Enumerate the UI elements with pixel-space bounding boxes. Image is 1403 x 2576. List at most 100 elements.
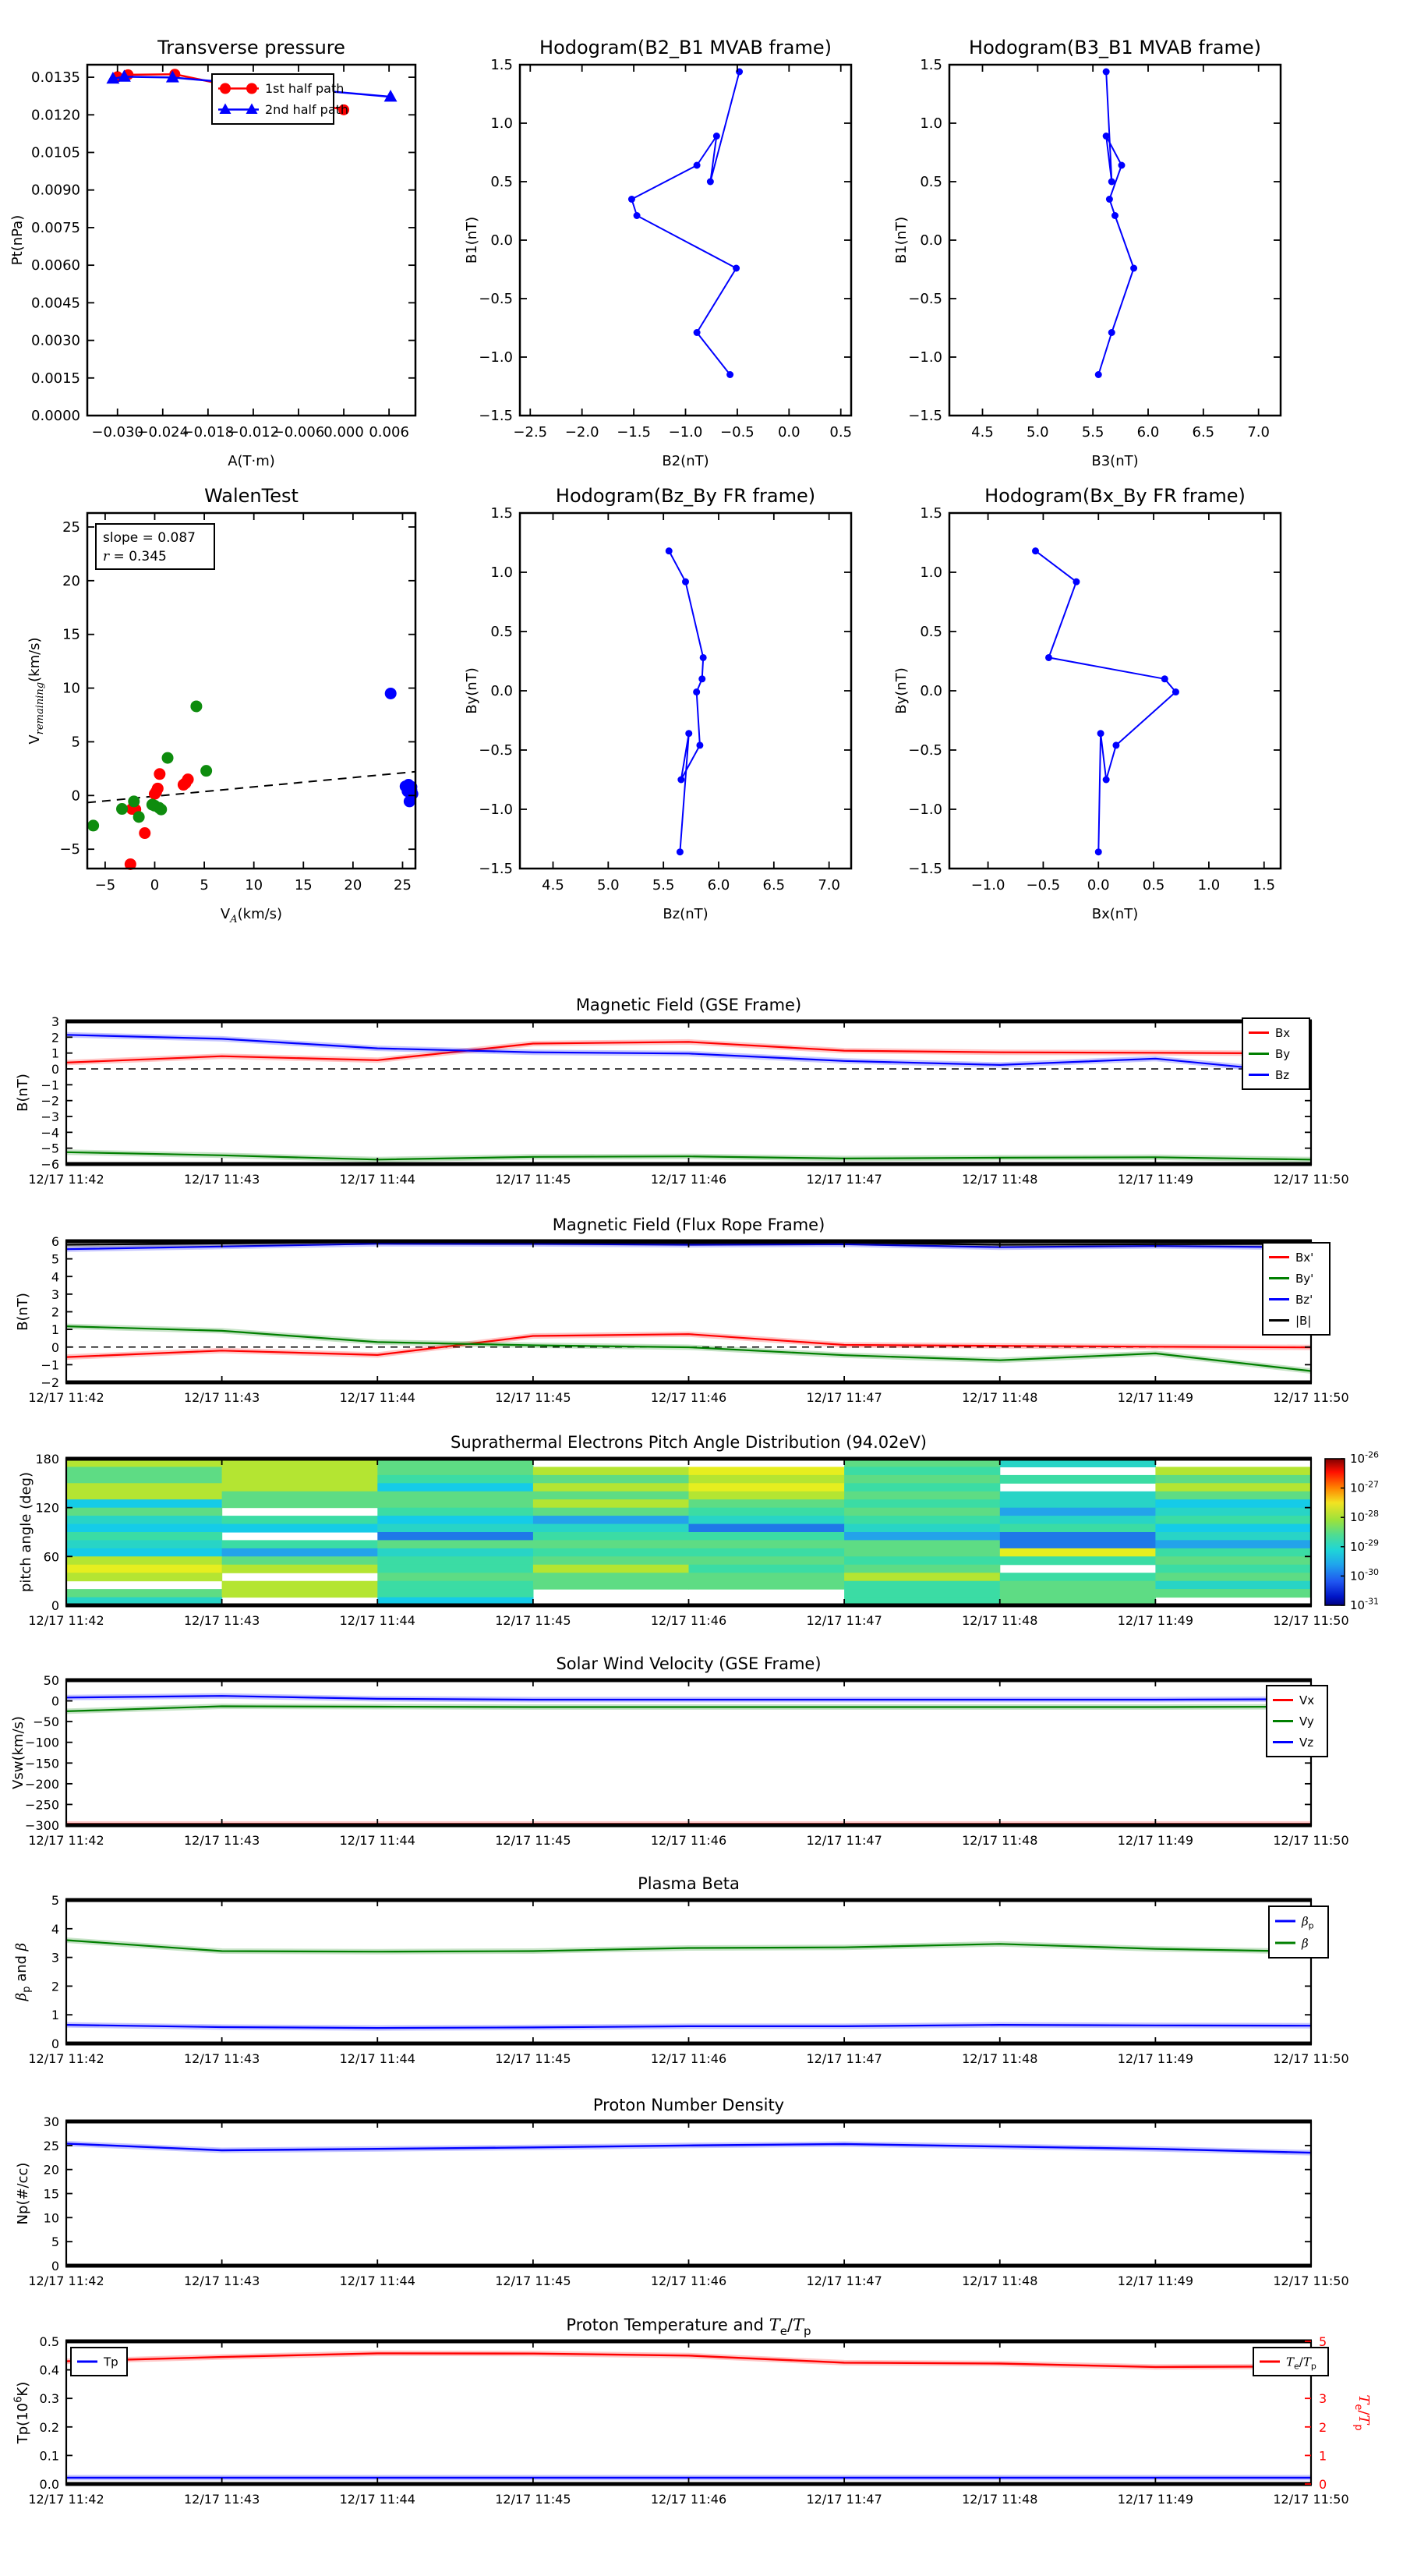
heatmap-cell: [377, 1580, 534, 1590]
panel-beta: 12/17 11:42 12/17 11:43 12/17 11:44 12/17 1…: [13, 1874, 1349, 2066]
x-tick-label: 12/17 11:43: [184, 1833, 260, 1848]
y-tick-label: 25: [44, 2139, 59, 2153]
legend-label: 2nd half path: [265, 102, 348, 117]
panel-tp: 12/17 11:42 12/17 11:43 12/17 11:44 12/17 1…: [12, 2316, 1372, 2507]
heatmap-cell: [377, 1516, 534, 1525]
heatmap-cell: [999, 1540, 1156, 1549]
x-tick-label: 12/17 11:46: [651, 1833, 726, 1848]
heatmap-cell: [1155, 1556, 1312, 1566]
y-tick-label: 0.5: [920, 174, 942, 190]
x-tick-label: −1.0: [669, 424, 703, 441]
axis-spines: [65, 1898, 1313, 2046]
panel-title: Proton Number Density: [593, 2096, 784, 2114]
axis-spines: [518, 63, 853, 417]
y-tick-label: 120: [35, 1501, 59, 1516]
heatmap-cell: [999, 1507, 1156, 1516]
y-tick-label: 3: [51, 1287, 59, 1302]
marker-circle: [677, 776, 685, 784]
x-tick-label: 0.000: [323, 424, 364, 441]
y-tick-label: 0.1: [40, 2448, 59, 2463]
heatmap-cell: [66, 1548, 223, 1557]
heatmap-cell: [688, 1499, 845, 1509]
y-tick-label: 15: [44, 2187, 59, 2202]
x-tick-label: 12/17 11:45: [495, 1172, 571, 1187]
heatmap-cell: [377, 1564, 534, 1573]
heatmap-cell: [66, 1467, 223, 1476]
x-tick-label: 4.5: [971, 424, 994, 441]
panel-hodogram_bzby: 4.5 5.0 5.5 6.0 6.5 7.0 −1.5 −1.0 −0.5 0.0 0.5 1.0 1…: [464, 485, 853, 922]
series-markers-B3_B1: [1094, 68, 1138, 378]
marker-circle: [682, 578, 689, 586]
x-tick-label: 12/17 11:48: [962, 1390, 1037, 1405]
marker-circle: [246, 83, 257, 94]
heatmap-cell: [221, 1564, 378, 1573]
y-tick-label: 1.5: [920, 57, 942, 73]
heatmap-cell: [66, 1532, 223, 1541]
heatmap-cell: [221, 1474, 378, 1484]
panel-transverse_pressure: −0.030−0.024−0.018−0.012−0.0060.000 0.006…: [9, 37, 417, 469]
marker-circle: [133, 811, 145, 823]
y-tick-label: 0.0000: [31, 408, 80, 424]
y-tick-label: −250: [25, 1797, 59, 1812]
heatmap-cell: [377, 1499, 534, 1509]
y-tick-label: 0.0090: [31, 182, 80, 199]
heatmap-cell: [1155, 1491, 1312, 1500]
x-tick-label: 12/17 11:43: [184, 2051, 260, 2066]
marker-circle: [182, 773, 194, 786]
y-tick-label: −5: [59, 841, 80, 858]
x-tick-label: −0.024: [136, 424, 189, 441]
plot-area: [66, 1459, 1312, 1606]
heatmap-cell: [688, 1491, 845, 1500]
x-tick-label: 12/17 11:42: [28, 2492, 104, 2507]
marker-circle: [1102, 68, 1110, 76]
heatmap-cell: [1155, 1580, 1312, 1590]
y-tick-label: 1.0: [920, 115, 942, 132]
x-tick-label: 12/17 11:49: [1118, 1613, 1193, 1628]
heatmap-cell: [532, 1499, 690, 1509]
x-tick-label: −2.0: [565, 424, 599, 441]
marker-circle: [406, 787, 419, 800]
heatmap-cell: [1155, 1507, 1312, 1516]
panel-title: Hodogram(Bz_By FR frame): [556, 485, 815, 507]
heatmap-cell: [844, 1548, 1001, 1557]
y-tick-label: 2: [51, 1305, 59, 1320]
heatmap-cell: [844, 1580, 1001, 1590]
y-tick-label: −2: [41, 1375, 59, 1390]
legend-label: Vz: [1299, 1736, 1313, 1750]
x-tick-label: 12/17 11:47: [806, 1833, 882, 1848]
heatmap-cell: [377, 1523, 534, 1533]
heatmap-cell: [999, 1532, 1156, 1541]
y-tick-label: 0: [51, 1598, 59, 1613]
heatmap-cell: [532, 1467, 690, 1476]
panel-title: Magnetic Field (Flux Rope Frame): [553, 1215, 825, 1234]
heatmap-cell: [66, 1556, 223, 1566]
x-axis-label: Bz(nT): [663, 906, 708, 922]
heatmap-cell: [377, 1589, 534, 1598]
x-tick-label: 12/17 11:43: [184, 1613, 260, 1628]
y-tick-label: −1.5: [479, 861, 513, 877]
y-tick-label: 0.5: [920, 624, 942, 640]
x-tick-label: 12/17 11:42: [28, 2273, 104, 2288]
x-tick-label: 12/17 11:47: [806, 1613, 882, 1628]
x-tick-label: −0.018: [182, 424, 235, 441]
y-tick-label: 20: [62, 573, 80, 589]
y2-tick-label: 1: [1319, 2448, 1327, 2463]
y-axis-label: B1(nT): [893, 217, 910, 264]
x-tick-label: −5: [95, 877, 116, 893]
x-tick-label: 15: [295, 877, 313, 893]
heatmap-cell: [66, 1573, 223, 1582]
legend: Bx' By' Bz' |B|: [1262, 1242, 1331, 1336]
plot-area: [65, 2350, 1312, 2481]
legend: Bx By Bz: [1242, 1017, 1310, 1090]
heatmap-cell: [844, 1467, 1001, 1476]
x-tick-label: 12/17 11:49: [1118, 2051, 1193, 2066]
panel-title: Proton Temperature and Te/Tp: [566, 2316, 811, 2338]
x-tick-label: 12/17 11:44: [340, 1390, 415, 1405]
marker-circle: [693, 688, 701, 696]
marker-circle: [1094, 848, 1102, 856]
y-tick-label: 0: [72, 787, 80, 804]
y-tick-label: −1.0: [908, 349, 942, 366]
heatmap-cell: [532, 1573, 690, 1582]
marker-circle: [699, 653, 707, 661]
x-tick-label: 12/17 11:50: [1273, 2273, 1348, 2288]
